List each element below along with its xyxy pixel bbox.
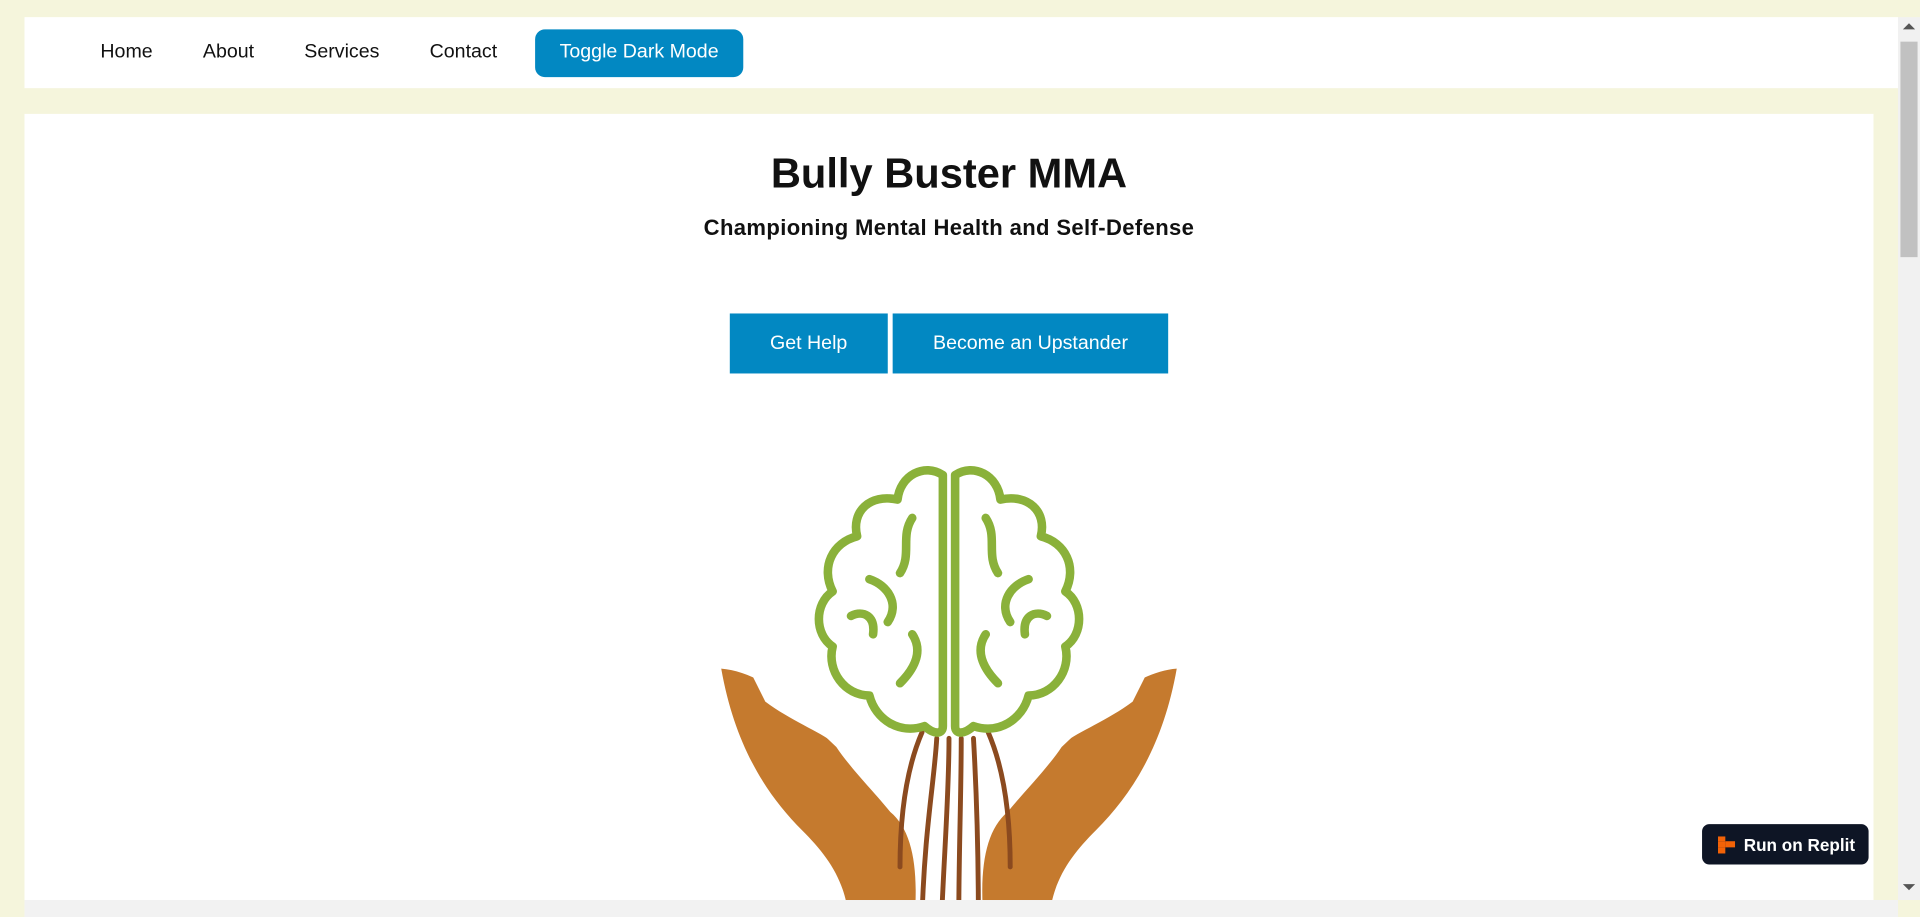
vertical-scrollbar[interactable] <box>1897 17 1920 901</box>
navbar: Home About Services Contact Toggle Dark … <box>24 17 1898 89</box>
scroll-up-icon[interactable] <box>1902 23 1916 30</box>
toggle-dark-mode-button[interactable]: Toggle Dark Mode <box>535 28 744 77</box>
nav-link-about[interactable]: About <box>203 42 254 64</box>
page-title: Bully Buster MMA <box>770 150 1128 198</box>
become-upstander-button[interactable]: Become an Upstander <box>892 313 1169 374</box>
page: Home About Services Contact Toggle Dark … <box>0 0 1920 917</box>
nav-link-home[interactable]: Home <box>100 42 152 64</box>
run-on-replit-badge[interactable]: Run on Replit <box>1702 824 1869 865</box>
main-content: Bully Buster MMA Championing Mental Heal… <box>24 113 1874 917</box>
browser-viewport: Home About Services Contact Toggle Dark … <box>0 0 1920 917</box>
nav-link-services[interactable]: Services <box>304 42 379 64</box>
brain-in-hands-icon <box>721 466 1177 917</box>
get-help-button[interactable]: Get Help <box>729 313 888 374</box>
scrollbar-thumb[interactable] <box>1900 41 1918 258</box>
horizontal-scroll-area <box>24 900 1898 917</box>
brain-graphic <box>814 466 1084 737</box>
scroll-down-icon[interactable] <box>1902 884 1916 891</box>
replit-badge-label: Run on Replit <box>1743 834 1856 855</box>
nav-link-contact[interactable]: Contact <box>430 42 498 64</box>
replit-icon <box>1717 835 1736 853</box>
cta-button-group: Get Help Become an Upstander <box>24 313 1873 374</box>
page-subtitle: Championing Mental Health and Self-Defen… <box>703 215 1195 241</box>
